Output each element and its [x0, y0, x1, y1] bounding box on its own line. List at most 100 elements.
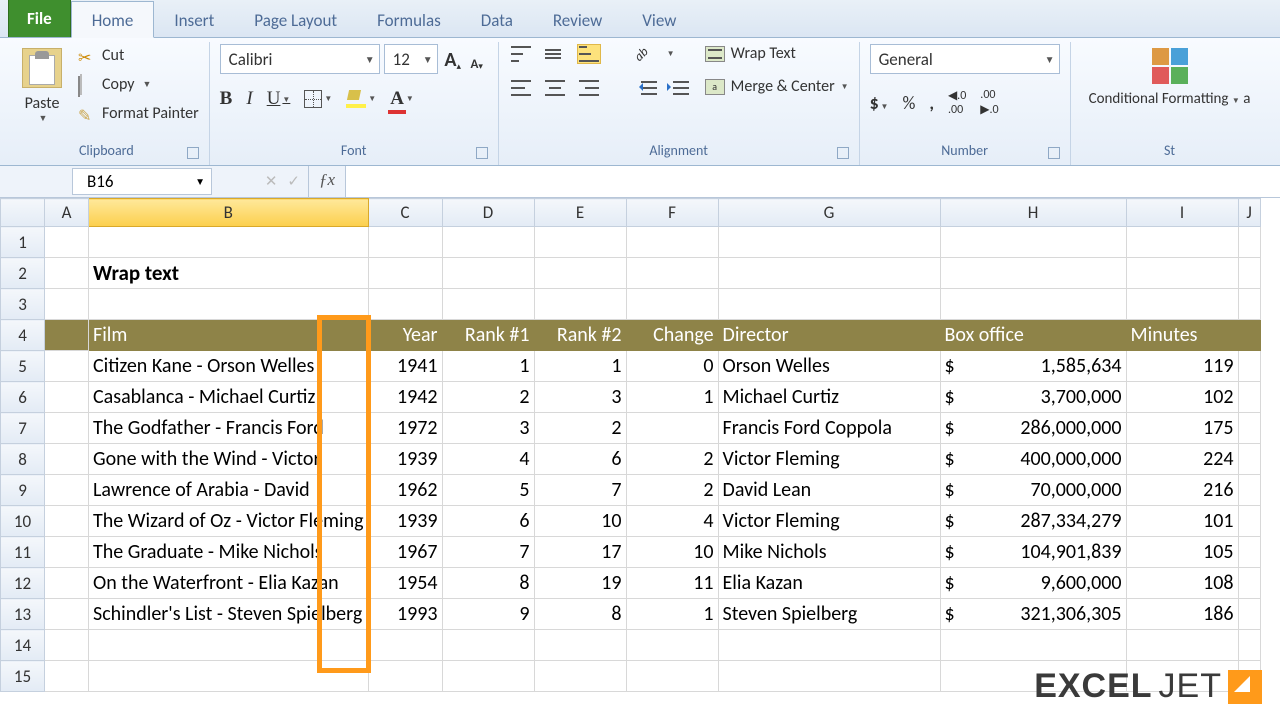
row-header-12[interactable]: 12 — [1, 568, 45, 599]
cell-change[interactable]: 2 — [626, 475, 718, 506]
cell-change[interactable] — [626, 413, 718, 444]
cell-rank1[interactable]: 4 — [442, 444, 534, 475]
cell-year[interactable]: 1972 — [368, 413, 442, 444]
accounting-format-button[interactable]: $ ▼ — [870, 92, 889, 114]
format-painter-button[interactable]: ✎Format Painter — [78, 104, 199, 123]
cell-year[interactable]: 1939 — [368, 444, 442, 475]
merge-center-button[interactable]: Merge & Center▼ — [705, 77, 849, 96]
clipboard-dialog-launcher[interactable] — [187, 147, 199, 159]
decrease-decimal-button[interactable]: .00▶.0 — [980, 88, 998, 117]
cell-director[interactable]: Michael Curtiz — [718, 382, 940, 413]
cell-change[interactable]: 4 — [626, 506, 718, 537]
decrease-indent-button[interactable] — [635, 79, 657, 97]
paste-button[interactable]: Paste — [25, 94, 60, 113]
row-header-10[interactable]: 10 — [1, 506, 45, 537]
increase-indent-button[interactable] — [667, 79, 689, 97]
number-dialog-launcher[interactable] — [1048, 147, 1060, 159]
tab-data[interactable]: Data — [461, 2, 533, 37]
cell-film[interactable]: The Wizard of Oz - Victor Fleming — [89, 506, 369, 537]
cell-minutes[interactable]: 102 — [1126, 382, 1238, 413]
cell-change[interactable]: 10 — [626, 537, 718, 568]
name-box[interactable]: B16▼ — [72, 168, 212, 195]
cell-rank1[interactable]: 5 — [442, 475, 534, 506]
cell-change[interactable]: 1 — [626, 599, 718, 630]
tab-view[interactable]: View — [622, 2, 696, 37]
grow-font-button[interactable]: A▴ — [442, 46, 464, 72]
comma-format-button[interactable]: , — [929, 92, 934, 114]
conditional-formatting-button[interactable]: Conditional Formatting ▼ a — [1081, 44, 1259, 138]
cell-film[interactable]: Lawrence of Arabia - David — [89, 475, 369, 506]
number-format-combo[interactable]: General▼ — [870, 44, 1060, 74]
row-header-2[interactable]: 2 — [1, 258, 45, 289]
cell-year[interactable]: 1942 — [368, 382, 442, 413]
worksheet-grid[interactable]: ABCDEFGHIJ12Wrap text34FilmYearRank #1Ra… — [0, 198, 1280, 720]
cell-minutes[interactable]: 175 — [1126, 413, 1238, 444]
cell-year[interactable]: 1954 — [368, 568, 442, 599]
cell-rank1[interactable]: 3 — [442, 413, 534, 444]
cell-director[interactable]: Victor Fleming — [718, 506, 940, 537]
formula-input[interactable] — [345, 166, 1280, 197]
align-top-button[interactable] — [509, 44, 533, 64]
bold-button[interactable]: B — [220, 88, 233, 110]
cell-year[interactable]: 1939 — [368, 506, 442, 537]
cell-change[interactable]: 1 — [626, 382, 718, 413]
cut-button[interactable]: ✂Cut — [78, 46, 199, 65]
orientation-button[interactable] — [635, 44, 657, 64]
cell-boxoffice[interactable]: $1,585,634 — [940, 351, 1126, 382]
cell-director[interactable]: Victor Fleming — [718, 444, 940, 475]
col-header-G[interactable]: G — [718, 199, 940, 227]
cell-rank2[interactable]: 6 — [534, 444, 626, 475]
cell-director[interactable]: Elia Kazan — [718, 568, 940, 599]
shrink-font-button[interactable]: A▾ — [466, 46, 488, 72]
cell-film[interactable]: The Graduate - Mike Nichols — [89, 537, 369, 568]
cell-minutes[interactable]: 186 — [1126, 599, 1238, 630]
cell-rank1[interactable]: 2 — [442, 382, 534, 413]
cell-director[interactable]: David Lean — [718, 475, 940, 506]
copy-button[interactable]: Copy▼ — [78, 75, 199, 94]
row-header-1[interactable]: 1 — [1, 227, 45, 258]
cell-year[interactable]: 1941 — [368, 351, 442, 382]
cell-film[interactable]: Casablanca - Michael Curtiz — [89, 382, 369, 413]
cell-rank2[interactable]: 19 — [534, 568, 626, 599]
row-header-3[interactable]: 3 — [1, 289, 45, 320]
cell-film[interactable]: On the Waterfront - Elia Kazan — [89, 568, 369, 599]
cell-minutes[interactable]: 105 — [1126, 537, 1238, 568]
cell-boxoffice[interactable]: $104,901,839 — [940, 537, 1126, 568]
cell-film[interactable]: Citizen Kane - Orson Welles — [89, 351, 369, 382]
percent-format-button[interactable]: % — [902, 92, 915, 114]
col-header-F[interactable]: F — [626, 199, 718, 227]
fill-color-button[interactable]: ▼ — [346, 90, 376, 108]
font-size-combo[interactable]: 12▼ — [384, 44, 438, 74]
increase-decimal-button[interactable]: ◀.0.00 — [948, 88, 966, 117]
cell-director[interactable]: Steven Spielberg — [718, 599, 940, 630]
cell-minutes[interactable]: 108 — [1126, 568, 1238, 599]
fx-icon[interactable]: ƒx — [308, 166, 345, 197]
col-header-I[interactable]: I — [1126, 199, 1238, 227]
cell-rank2[interactable]: 1 — [534, 351, 626, 382]
cell-rank2[interactable]: 3 — [534, 382, 626, 413]
row-header-11[interactable]: 11 — [1, 537, 45, 568]
tab-file[interactable]: File — [8, 0, 71, 37]
cell-rank1[interactable]: 7 — [442, 537, 534, 568]
paste-icon[interactable] — [22, 48, 62, 88]
row-header-6[interactable]: 6 — [1, 382, 45, 413]
cell-director[interactable]: Mike Nichols — [718, 537, 940, 568]
cell-boxoffice[interactable]: $400,000,000 — [940, 444, 1126, 475]
font-name-combo[interactable]: Calibri▼ — [220, 44, 380, 74]
cell-change[interactable]: 11 — [626, 568, 718, 599]
tab-review[interactable]: Review — [533, 2, 622, 37]
row-header-7[interactable]: 7 — [1, 413, 45, 444]
col-header-A[interactable]: A — [45, 199, 89, 227]
cell-boxoffice[interactable]: $70,000,000 — [940, 475, 1126, 506]
cell-minutes[interactable]: 224 — [1126, 444, 1238, 475]
wrap-text-button[interactable]: Wrap Text — [705, 44, 849, 63]
tab-page-layout[interactable]: Page Layout — [234, 2, 357, 37]
cell-rank2[interactable]: 8 — [534, 599, 626, 630]
cell-change[interactable]: 0 — [626, 351, 718, 382]
row-header-8[interactable]: 8 — [1, 444, 45, 475]
cell-year[interactable]: 1962 — [368, 475, 442, 506]
cell-minutes[interactable]: 119 — [1126, 351, 1238, 382]
cell-change[interactable]: 2 — [626, 444, 718, 475]
align-right-button[interactable] — [577, 78, 601, 98]
row-header-9[interactable]: 9 — [1, 475, 45, 506]
